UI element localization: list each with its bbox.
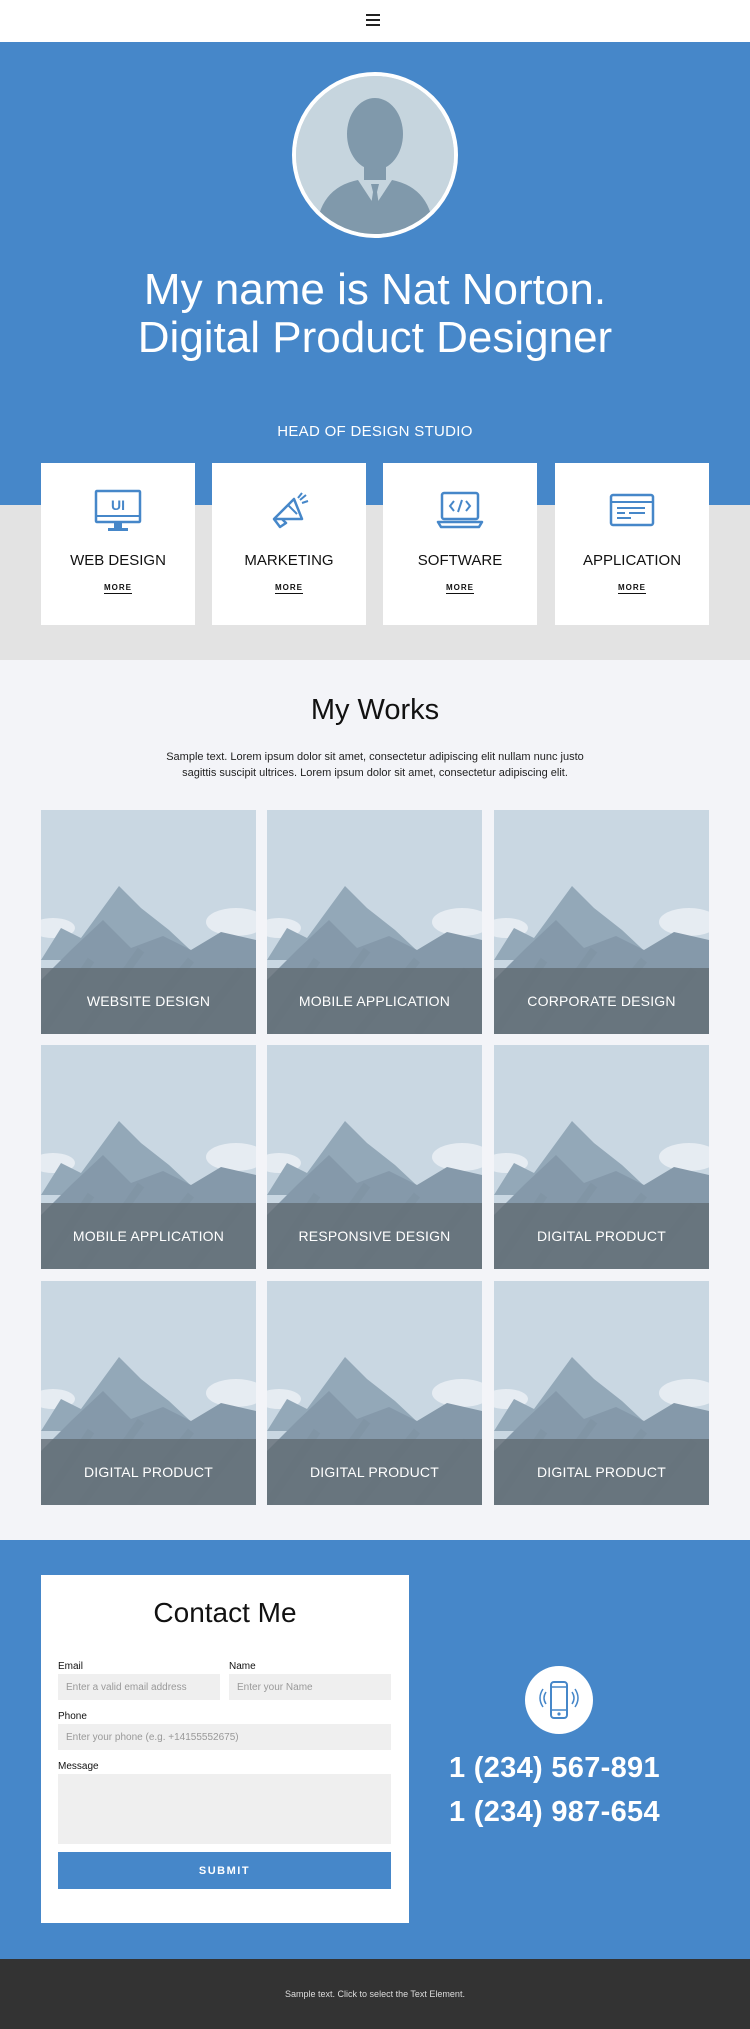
- browser-window-icon: [607, 489, 657, 533]
- work-tile[interactable]: DIGITAL PRODUCT: [267, 1281, 482, 1505]
- work-tile-label: MOBILE APPLICATION: [298, 993, 451, 1009]
- hero-title: My name is Nat Norton. Digital Product D…: [0, 266, 750, 362]
- work-tile-label: WEBSITE DESIGN: [86, 993, 211, 1009]
- name-label: Name: [229, 1661, 256, 1672]
- service-more-link[interactable]: MORE: [383, 583, 537, 594]
- work-tile-label: DIGITAL PRODUCT: [309, 1464, 439, 1480]
- footer: Sample text. Click to select the Text El…: [0, 1959, 750, 2029]
- person-avatar-icon: [292, 72, 458, 238]
- name-field[interactable]: [229, 1674, 391, 1700]
- service-title: WEB DESIGN: [70, 552, 166, 569]
- work-tile[interactable]: DIGITAL PRODUCT: [41, 1281, 256, 1505]
- works-section: My Works Sample text. Lorem ipsum dolor …: [0, 660, 750, 1540]
- hero-subtitle: HEAD OF DESIGN STUDIO: [277, 423, 473, 440]
- work-tile[interactable]: MOBILE APPLICATION: [41, 1045, 256, 1269]
- email-label: Email: [58, 1661, 84, 1672]
- hero-title-line2: Digital Product Designer: [137, 313, 613, 362]
- message-label: Message: [58, 1761, 99, 1772]
- work-tile-label: DIGITAL PRODUCT: [83, 1464, 213, 1480]
- works-description: Sample text. Lorem ipsum dolor sit amet,…: [166, 751, 584, 779]
- services-section: UI WEB DESIGN MORE MARKETING MORE SOFTWA…: [0, 463, 750, 660]
- service-title: SOFTWARE: [417, 552, 503, 569]
- work-tile[interactable]: CORPORATE DESIGN: [494, 810, 709, 1034]
- phone-label: Phone: [58, 1711, 87, 1722]
- phone-field[interactable]: [58, 1724, 391, 1750]
- service-title: APPLICATION: [582, 552, 682, 569]
- service-more-link[interactable]: MORE: [212, 583, 366, 594]
- email-field[interactable]: [58, 1674, 220, 1700]
- laptop-code-icon: [435, 489, 485, 533]
- service-more-link[interactable]: MORE: [41, 583, 195, 594]
- work-tile-label: CORPORATE DESIGN: [527, 993, 676, 1009]
- contact-title: Contact Me: [153, 1597, 297, 1628]
- contact-form: Contact Me Email Name Phone Message SUBM…: [41, 1575, 409, 1923]
- service-title: MARKETING: [244, 552, 334, 569]
- work-tile[interactable]: MOBILE APPLICATION: [267, 810, 482, 1034]
- svg-text:UI: UI: [111, 497, 125, 513]
- hero-title-line1: My name is Nat Norton.: [143, 265, 607, 314]
- work-tile-label: RESPONSIVE DESIGN: [298, 1228, 451, 1244]
- work-tile[interactable]: DIGITAL PRODUCT: [494, 1281, 709, 1505]
- service-more-link[interactable]: MORE: [555, 583, 709, 594]
- hamburger-menu-icon[interactable]: [366, 14, 384, 28]
- message-field[interactable]: [58, 1774, 391, 1844]
- work-tile-label: DIGITAL PRODUCT: [536, 1464, 666, 1480]
- works-grid: WEBSITE DESIGN MOBILE APPLICATION CORPORAT…: [41, 810, 709, 1505]
- footer-text[interactable]: Sample text. Click to select the Text El…: [0, 1989, 750, 1999]
- phone-number-secondary: 1 (234) 987-654: [449, 1796, 660, 1828]
- phone-number-primary: 1 (234) 567-891: [449, 1752, 660, 1784]
- service-card-software: SOFTWARE MORE: [383, 463, 537, 625]
- work-tile[interactable]: WEBSITE DESIGN: [41, 810, 256, 1034]
- hero-section: My name is Nat Norton. Digital Product D…: [0, 42, 750, 505]
- work-tile-label: MOBILE APPLICATION: [72, 1228, 225, 1244]
- work-tile-label: DIGITAL PRODUCT: [536, 1228, 666, 1244]
- smartphone-ringing-icon: [525, 1666, 593, 1734]
- works-title: My Works: [310, 694, 440, 726]
- work-tile[interactable]: DIGITAL PRODUCT: [494, 1045, 709, 1269]
- service-card-web-design: UI WEB DESIGN MORE: [41, 463, 195, 625]
- top-bar: [0, 0, 750, 42]
- work-tile[interactable]: RESPONSIVE DESIGN: [267, 1045, 482, 1269]
- megaphone-icon: [264, 489, 314, 533]
- monitor-ui-icon: UI: [93, 489, 143, 533]
- service-card-marketing: MARKETING MORE: [212, 463, 366, 625]
- submit-button[interactable]: SUBMIT: [58, 1852, 391, 1889]
- service-card-application: APPLICATION MORE: [555, 463, 709, 625]
- contact-section: Contact Me Email Name Phone Message SUBM…: [0, 1540, 750, 1959]
